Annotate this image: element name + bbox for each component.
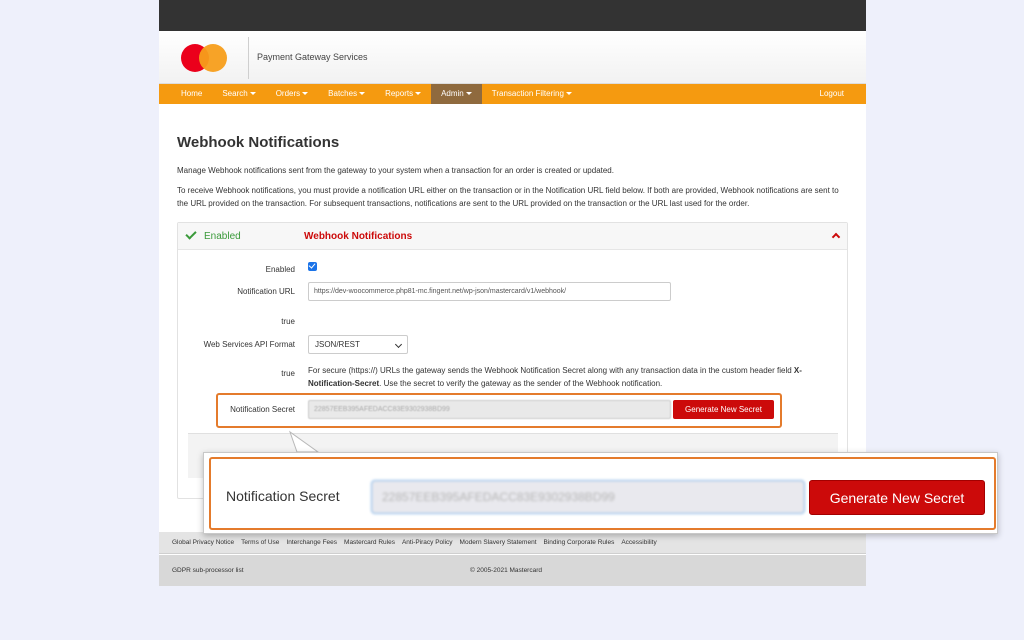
chevron-up-icon[interactable] [831, 232, 841, 242]
secret-label: Notification Secret [230, 405, 295, 414]
nav-home[interactable]: Home [171, 84, 212, 104]
caret-down-icon [415, 92, 422, 96]
true-label: true [281, 369, 295, 378]
notification-secret-field[interactable]: 22857EEB395AFEDACC83E9302938BD99 [308, 400, 671, 419]
footer-link[interactable]: Binding Corporate Rules [544, 539, 615, 546]
nav-orders[interactable]: Orders [266, 84, 318, 104]
chevron-down-icon [394, 340, 403, 349]
brand-header: Payment Gateway Services [159, 31, 866, 84]
main-nav: Home Search Orders Batches Reports Admin… [159, 84, 866, 104]
brand-divider [248, 37, 249, 79]
enabled-checkbox[interactable] [308, 262, 317, 271]
footer-link[interactable]: Accessibility [621, 539, 656, 546]
notification-url-input[interactable]: https://dev-woocommerce.php81-mc.fingent… [308, 282, 671, 301]
mastercard-logo-icon [181, 44, 227, 72]
nav-reports[interactable]: Reports [375, 84, 431, 104]
callout-secret-field[interactable]: 22857EEB395AFEDACC83E9302938BD99 [371, 480, 805, 514]
caret-down-icon [302, 92, 309, 96]
footer-link[interactable]: Terms of Use [241, 539, 279, 546]
true-label: true [281, 317, 295, 326]
brand-name: Payment Gateway Services [257, 52, 368, 62]
secret-row: Notification Secret 22857EEB395AFEDACC83… [178, 400, 847, 420]
footer-links: Global Privacy Notice Terms of Use Inter… [159, 532, 866, 554]
nav-batches[interactable]: Batches [318, 84, 375, 104]
callout-secret-label: Notification Secret [226, 488, 340, 504]
details-text: To receive Webhook notifications, you mu… [177, 186, 839, 208]
generate-new-secret-button[interactable]: Generate New Secret [673, 400, 774, 419]
status-enabled: Enabled [204, 231, 241, 242]
api-format-value: JSON/REST [315, 340, 360, 349]
caret-down-icon [565, 92, 572, 96]
secret-help-text: For secure (https://) URLs the gateway s… [308, 366, 802, 388]
copyright: © 2005-2021 Mastercard [470, 567, 542, 574]
url-row: Notification URL https://dev-woocommerce… [178, 282, 847, 302]
footer-link[interactable]: Modern Slavery Statement [460, 539, 537, 546]
page-title: Webhook Notifications [177, 134, 340, 151]
enabled-row: Enabled [178, 260, 847, 280]
caret-down-icon [465, 92, 472, 96]
format-label: Web Services API Format [203, 340, 295, 349]
nav-transaction-filtering[interactable]: Transaction Filtering [482, 84, 582, 104]
check-icon [185, 228, 197, 240]
nav-admin[interactable]: Admin [431, 84, 482, 104]
footer-link[interactable]: Interchange Fees [286, 539, 337, 546]
url-label: Notification URL [237, 287, 295, 296]
help-row: true For secure (https://) URLs the gate… [178, 364, 847, 392]
true-row-1: true [178, 312, 847, 332]
footer-link[interactable]: Mastercard Rules [344, 539, 395, 546]
footer-link[interactable]: Anti-Piracy Policy [402, 539, 453, 546]
caret-down-icon [249, 92, 256, 96]
top-bar [159, 0, 866, 31]
callout-generate-button[interactable]: Generate New Secret [809, 480, 985, 515]
api-format-select[interactable]: JSON/REST [308, 335, 408, 354]
callout-highlight: Notification Secret 22857EEB395AFEDACC83… [209, 457, 996, 530]
footer-link[interactable]: Global Privacy Notice [172, 539, 234, 546]
main-content: Webhook Notifications Manage Webhook not… [159, 104, 866, 499]
gdpr-link[interactable]: GDPR sub-processor list [172, 567, 244, 574]
panel-title: Webhook Notifications [304, 231, 413, 242]
enabled-label: Enabled [265, 265, 295, 274]
nav-logout[interactable]: Logout [810, 84, 854, 104]
caret-down-icon [359, 92, 366, 96]
zoom-callout: Notification Secret 22857EEB395AFEDACC83… [203, 452, 998, 534]
nav-search[interactable]: Search [212, 84, 265, 104]
panel-header[interactable]: Enabled Webhook Notifications [178, 223, 847, 250]
footer-bottom: GDPR sub-processor list © 2005-2021 Mast… [159, 555, 866, 586]
intro-text: Manage Webhook notifications sent from t… [177, 166, 614, 175]
format-row: Web Services API Format JSON/REST [178, 335, 847, 355]
